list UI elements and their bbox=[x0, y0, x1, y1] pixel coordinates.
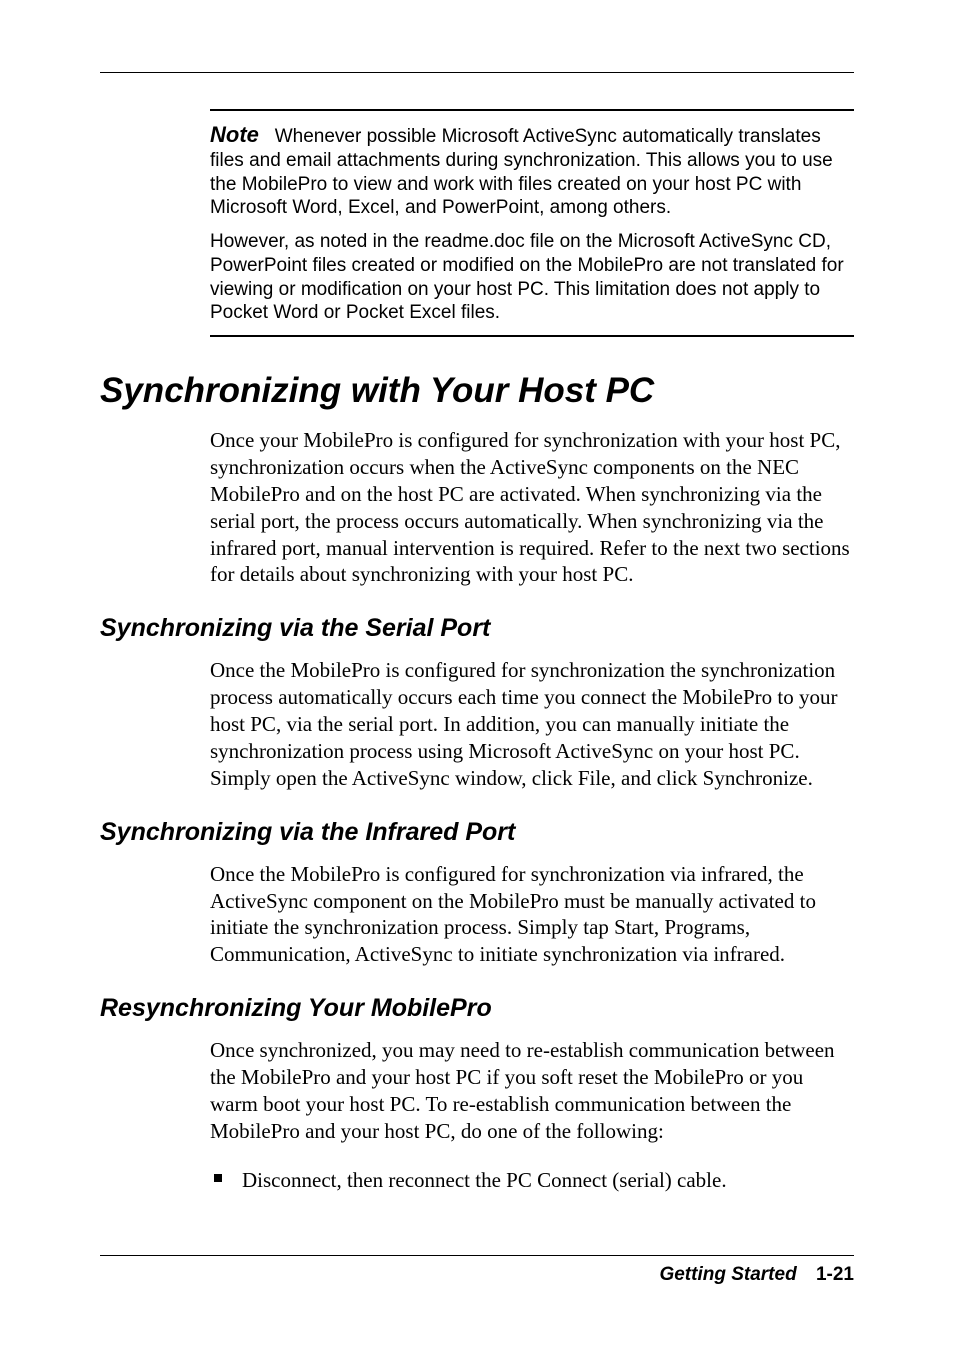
note-block: Note Whenever possible Microsoft ActiveS… bbox=[210, 109, 854, 337]
note-text-1: Whenever possible Microsoft ActiveSync a… bbox=[210, 126, 833, 218]
note-label: Note bbox=[210, 122, 259, 147]
list-item: Disconnect, then reconnect the PC Connec… bbox=[210, 1167, 854, 1194]
body-serial: Once the MobilePro is configured for syn… bbox=[210, 657, 854, 791]
square-bullet-icon bbox=[214, 1174, 222, 1182]
note-bottom-rule bbox=[210, 335, 854, 337]
page: Note Whenever possible Microsoft ActiveS… bbox=[0, 0, 954, 1352]
note-paragraph-2: However, as noted in the readme.doc file… bbox=[210, 230, 854, 325]
subheading-resync: Resynchronizing Your MobilePro bbox=[100, 994, 854, 1023]
body-infrared: Once the MobilePro is configured for syn… bbox=[210, 861, 854, 969]
bullet-list: Disconnect, then reconnect the PC Connec… bbox=[210, 1167, 854, 1194]
footer-rule bbox=[100, 1255, 854, 1256]
section-title: Synchronizing with Your Host PC bbox=[100, 371, 854, 411]
note-paragraph-1: Note Whenever possible Microsoft ActiveS… bbox=[210, 121, 854, 220]
footer-label: Getting Started bbox=[659, 1264, 796, 1285]
body-resync: Once synchronized, you may need to re-es… bbox=[210, 1037, 854, 1145]
footer-text: Getting Started 1-21 bbox=[100, 1264, 854, 1286]
footer: Getting Started 1-21 bbox=[100, 1255, 854, 1286]
bullet-text: Disconnect, then reconnect the PC Connec… bbox=[242, 1168, 727, 1192]
section-intro: Once your MobilePro is configured for sy… bbox=[210, 427, 854, 588]
top-rule bbox=[100, 72, 854, 73]
subheading-serial: Synchronizing via the Serial Port bbox=[100, 614, 854, 643]
note-top-rule bbox=[210, 109, 854, 111]
footer-page-number: 1-21 bbox=[802, 1264, 854, 1285]
subheading-infrared: Synchronizing via the Infrared Port bbox=[100, 818, 854, 847]
